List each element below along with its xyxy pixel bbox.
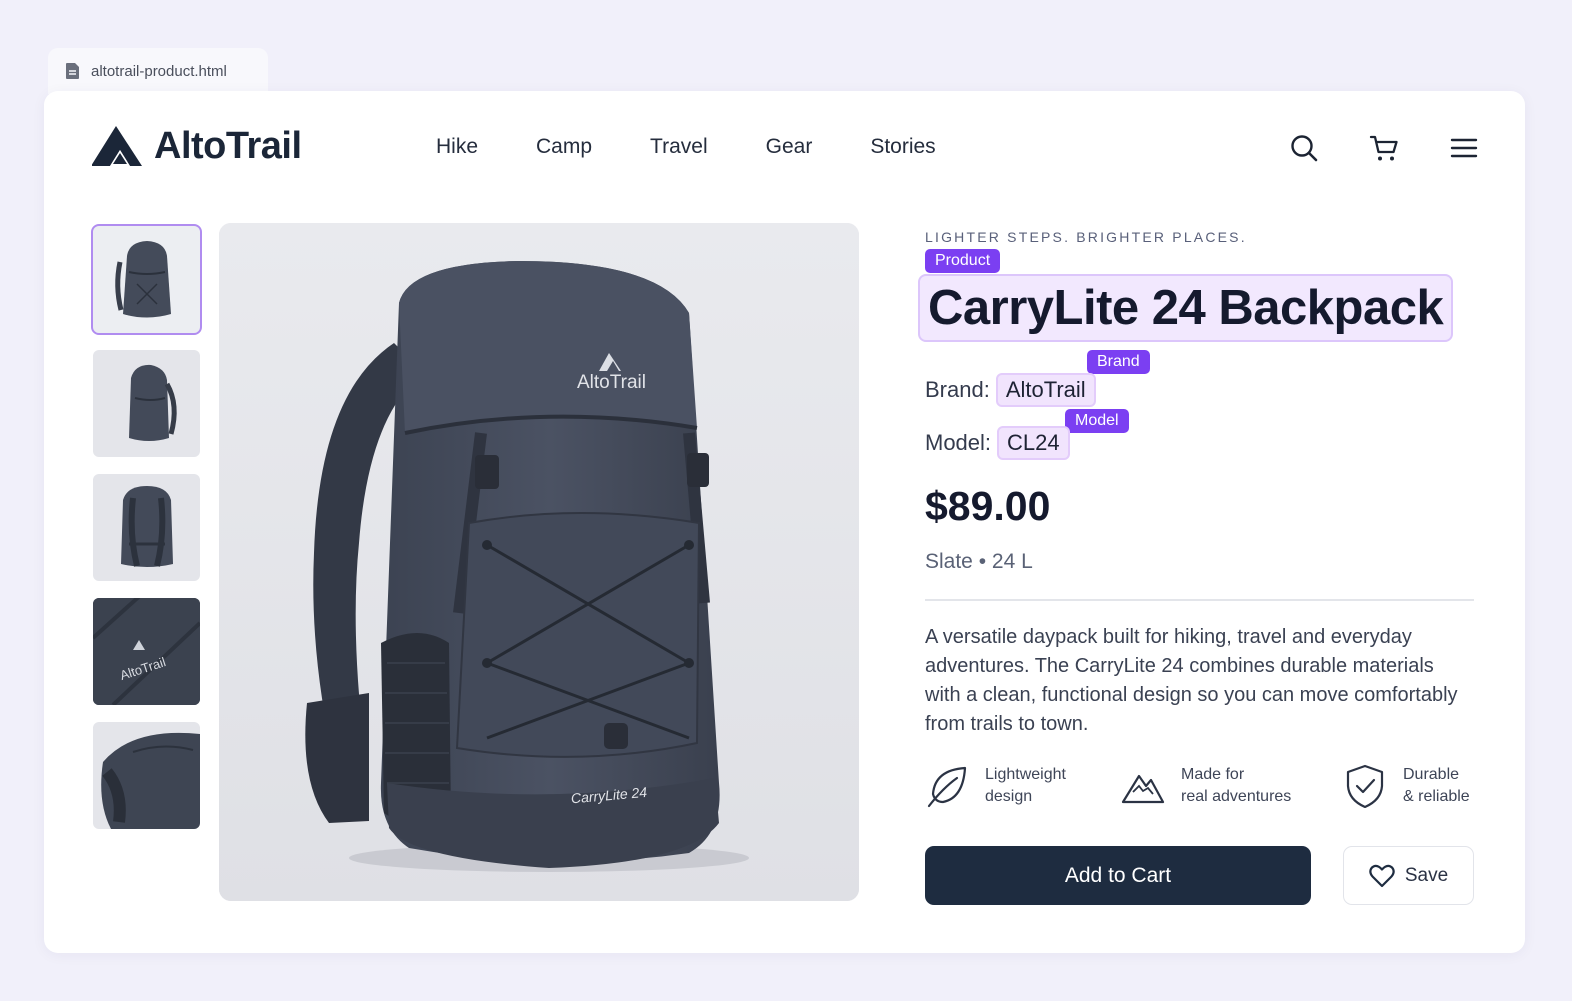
file-tab-label: altotrail-product.html [91, 62, 227, 80]
mountain-logo-icon [92, 125, 142, 166]
feature-durable-line2: & reliable [1403, 788, 1470, 805]
search-icon[interactable] [1289, 133, 1319, 163]
main-nav: Hike Camp Travel Gear Stories [436, 135, 994, 159]
product-label-chip: Product [925, 249, 1001, 273]
shield-check-icon [1346, 764, 1384, 808]
divider [925, 599, 1474, 601]
feature-adventures-line2: real adventures [1181, 788, 1292, 805]
backpack-illustration: AltoTrail CarryLite 24 [219, 223, 859, 901]
brand-row: Brand: AltoTrail [925, 373, 1096, 407]
product-info: LIGHTER STEPS. BRIGHTER PLACES. Product … [918, 229, 1475, 905]
thumbnail-list: AltoTrail [91, 224, 202, 829]
feature-durable: Durable & reliable [1343, 764, 1533, 808]
feature-adventures: Made for real adventures [1121, 764, 1311, 808]
heart-icon [1369, 864, 1395, 887]
file-tab[interactable]: altotrail-product.html [48, 48, 268, 94]
product-title: CarryLite 24 Backpack [928, 281, 1444, 335]
brand-logo[interactable]: AltoTrail [92, 125, 302, 168]
save-button[interactable]: Save [1343, 846, 1474, 905]
header-actions [1289, 133, 1479, 163]
thumbnail-back-view[interactable] [93, 474, 200, 581]
thumbnail-front-view[interactable] [91, 224, 202, 335]
model-label: Model: [925, 430, 992, 455]
nav-stories[interactable]: Stories [870, 135, 935, 159]
thumbnail-side-view[interactable] [93, 350, 200, 457]
main-product-image[interactable]: AltoTrail CarryLite 24 [219, 223, 859, 901]
brand-name: AltoTrail [154, 125, 302, 167]
cart-icon[interactable] [1369, 133, 1399, 163]
product-page: AltoTrail Hike Camp Travel Gear Stories [44, 91, 1525, 953]
product-description: A versatile daypack built for hiking, tr… [925, 626, 1458, 735]
svg-text:AltoTrail: AltoTrail [577, 372, 646, 393]
thumbnail-top-detail[interactable] [93, 722, 200, 829]
product-price: $89.00 [925, 483, 1051, 529]
leaf-icon [927, 766, 967, 808]
model-value: CL24 [997, 426, 1070, 460]
feature-adventures-line1: Made for [1181, 766, 1245, 783]
thumbnail-logo-detail[interactable]: AltoTrail [93, 598, 200, 705]
model-label-chip: Model [1065, 409, 1129, 433]
product-variant: Slate • 24 L [925, 550, 1033, 573]
menu-icon[interactable] [1449, 133, 1479, 163]
nav-gear[interactable]: Gear [766, 135, 813, 159]
nav-hike[interactable]: Hike [436, 135, 478, 159]
brand-label-chip: Brand [1087, 350, 1150, 374]
brand-label: Brand: [925, 377, 990, 402]
feature-list: Lightweight design Made for real adventu… [925, 764, 1475, 824]
brand-value: AltoTrail [995, 373, 1096, 407]
nav-camp[interactable]: Camp [536, 135, 592, 159]
mountain-icon [1121, 774, 1165, 804]
product-title-highlight: CarryLite 24 Backpack [918, 274, 1454, 342]
product-tagline: LIGHTER STEPS. BRIGHTER PLACES. [925, 229, 1247, 245]
feature-lightweight-line1: Lightweight [985, 766, 1066, 783]
add-to-cart-button[interactable]: Add to Cart [925, 846, 1311, 905]
save-button-label: Save [1404, 864, 1449, 886]
model-row: Model: CL24 [925, 426, 1070, 460]
feature-lightweight: Lightweight design [925, 764, 1115, 808]
nav-travel[interactable]: Travel [650, 135, 708, 159]
feature-lightweight-line2: design [985, 788, 1033, 805]
file-icon [66, 63, 79, 79]
feature-durable-line1: Durable [1403, 766, 1460, 783]
